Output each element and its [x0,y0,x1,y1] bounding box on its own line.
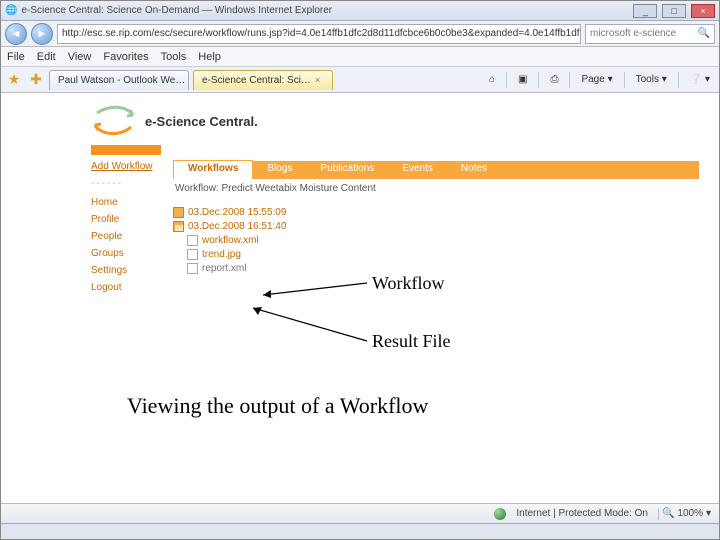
forward-button[interactable]: ► [31,23,53,45]
separator [538,72,539,88]
sidebar-item-profile[interactable]: Profile [91,214,161,225]
list-item[interactable]: 03.Dec.2008 16:51:40 [173,221,699,232]
back-button[interactable]: ◄ [5,23,27,45]
search-placeholder: microsoft e-science [590,28,676,39]
address-bar[interactable]: http://esc.se.rip.com/esc/secure/workflo… [57,24,581,44]
file-name: report.xml [202,263,246,274]
tab-workflows[interactable]: Workflows [173,160,253,179]
help-menu[interactable]: ❔ ▾ [685,72,715,87]
minimize-button[interactable]: _ [633,4,657,18]
slide-caption: Viewing the output of a Workflow [127,393,428,419]
tab-outlook[interactable]: Paul Watson - Outlook We… × [49,70,189,90]
tab-label: e-Science Central: Sci… [202,75,311,86]
sidebar-item-groups[interactable]: Groups [91,248,161,259]
sidebar-item-home[interactable]: Home [91,197,161,208]
add-favorite-icon[interactable]: ✚ [27,71,45,89]
file-name: 03.Dec.2008 16:51:40 [188,221,286,232]
globe-icon [494,508,506,520]
chevron-down-icon[interactable]: ▾ [706,508,711,519]
file-icon [187,263,198,274]
menu-tools[interactable]: Tools [161,51,187,63]
separator-dots: ------ [91,178,161,189]
zoom-icon[interactable]: 🔍 [662,508,674,519]
breadcrumb: Workflow: Predict Weetabix Moisture Cont… [173,179,699,204]
feeds-button[interactable]: ▣ [513,72,532,87]
add-workflow-link[interactable]: Add Workflow [91,161,161,172]
menu-view[interactable]: View [68,51,92,63]
tab-notes[interactable]: Notes [447,161,501,179]
tab-events[interactable]: Events [388,161,447,179]
list-item[interactable]: 03.Dec.2008 15:55:09 [173,207,699,218]
decorative-bar [91,145,161,155]
security-zone: Internet | Protected Mode: On [516,508,648,519]
taskbar-strip [1,523,719,539]
separator [678,72,679,88]
sidebar-item-people[interactable]: People [91,231,161,242]
app-icon: 🌐 [5,5,17,16]
tab-publications[interactable]: Publications [306,161,388,179]
file-name: 03.Dec.2008 15:55:09 [188,207,286,218]
file-name: trend.jpg [202,249,241,260]
close-button[interactable]: × [691,4,715,18]
file-list: 03.Dec.2008 15:55:09 03.Dec.2008 16:51:4… [173,207,699,274]
folder-icon [173,207,184,218]
close-icon[interactable]: × [315,75,320,85]
separator [658,508,659,520]
separator [569,72,570,88]
file-name: workflow.xml [202,235,259,246]
menu-file[interactable]: File [7,51,25,63]
separator [506,72,507,88]
file-icon [187,249,198,260]
zoom-level[interactable]: 100% [677,508,703,519]
menu-help[interactable]: Help [198,51,221,63]
maximize-button[interactable]: □ [662,4,686,18]
sidebar-item-settings[interactable]: Settings [91,265,161,276]
tab-label: Paul Watson - Outlook We… [58,75,185,86]
logo-icon [91,103,137,139]
menu-edit[interactable]: Edit [37,51,56,63]
menu-favorites[interactable]: Favorites [103,51,148,63]
tools-menu[interactable]: Tools ▾ [631,72,672,87]
tab-escience[interactable]: e-Science Central: Sci… × [193,70,333,90]
print-button[interactable]: ⎙ [545,72,563,87]
search-box[interactable]: microsoft e-science 🔍 [585,24,715,44]
window-title: e-Science Central: Science On-Demand — W… [21,5,332,16]
home-button[interactable]: ⌂ [484,72,500,87]
brand-title: e-Science Central. [145,114,258,129]
callout-result-file: Result File [372,331,451,352]
sidebar-item-logout[interactable]: Logout [91,282,161,293]
folder-open-icon [173,221,184,232]
list-item[interactable]: workflow.xml [173,235,699,246]
favorites-star-icon[interactable]: ★ [5,71,23,89]
file-icon [187,235,198,246]
callout-workflow: Workflow [372,273,445,294]
list-item[interactable]: trend.jpg [173,249,699,260]
tab-blogs[interactable]: Blogs [253,161,306,179]
page-menu[interactable]: Page ▾ [576,72,617,87]
separator [624,72,625,88]
content-tabs: Workflows Blogs Publications Events Note… [173,161,699,179]
search-icon[interactable]: 🔍 [698,28,710,39]
